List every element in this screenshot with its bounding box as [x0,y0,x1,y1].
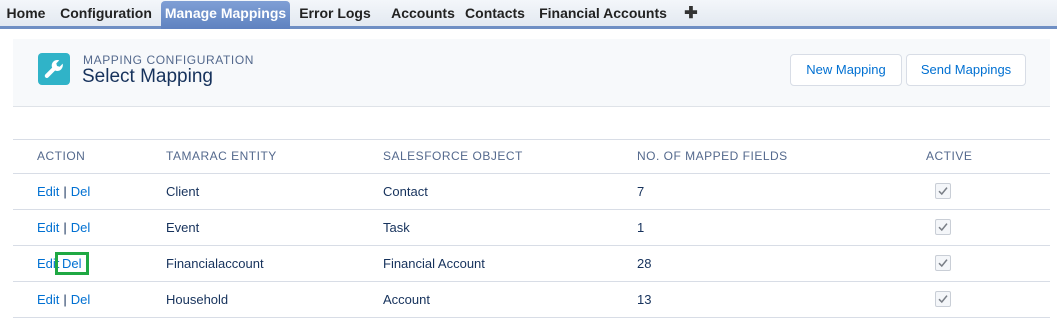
page-eyebrow: MAPPING CONFIGURATION [83,53,255,67]
tab-contacts[interactable]: Contacts [458,0,532,27]
action-separator: | [63,183,67,199]
active-cell [902,209,1050,246]
add-tab-icon[interactable]: ✚ [674,0,708,27]
mapping-table: ACTION TAMARAC ENTITY SALESFORCE OBJECT … [13,140,1050,318]
checkmark-icon [938,259,948,268]
checkmark-icon [938,187,948,196]
tab-manage-mappings[interactable]: Manage Mappings [161,1,290,29]
active-checkbox[interactable] [935,183,951,200]
table-row: Edit Del Financialaccount Financial Acco… [13,245,1050,282]
tab-configuration[interactable]: Configuration [52,0,160,27]
send-mappings-button[interactable]: Send Mappings [906,54,1026,86]
column-header-salesforce-object: SALESFORCE OBJECT [359,140,613,174]
active-checkbox[interactable] [935,255,951,272]
table-header-row: ACTION TAMARAC ENTITY SALESFORCE OBJECT … [13,140,1050,174]
delete-link-highlight: Del [55,251,89,275]
active-checkbox[interactable] [935,291,951,308]
tab-bar: Home Configuration Manage Mappings Error… [0,0,1057,29]
salesforce-object-cell: Financial Account [359,245,613,282]
tamarac-entity-cell: Financialaccount [143,245,359,282]
tamarac-entity-cell: Client [143,173,359,210]
salesforce-object-cell: Account [359,281,613,318]
column-header-tamarac-entity: TAMARAC ENTITY [143,140,359,174]
action-cell: Edit Del [13,245,143,282]
mapped-fields-cell: 28 [613,245,902,282]
edit-link[interactable]: Edit [37,292,59,307]
active-cell [902,245,1050,282]
tamarac-entity-cell: Event [143,209,359,246]
delete-link[interactable]: Del [62,256,82,271]
mapping-table-container: ACTION TAMARAC ENTITY SALESFORCE OBJECT … [13,139,1050,318]
tab-error-logs[interactable]: Error Logs [292,0,378,27]
delete-link[interactable]: Del [71,220,91,235]
action-cell: Edit | Del [13,209,143,246]
table-row: Edit | Del Household Account 13 [13,281,1050,318]
edit-link[interactable]: Edit [37,220,59,235]
mapped-fields-cell: 13 [613,281,902,318]
tab-home[interactable]: Home [0,0,52,27]
tamarac-entity-cell: Household [143,281,359,318]
mapped-fields-cell: 7 [613,173,902,210]
active-cell [902,281,1050,318]
table-row: Edit | Del Client Contact 7 [13,173,1050,210]
salesforce-object-cell: Contact [359,173,613,210]
active-checkbox[interactable] [935,219,951,236]
wrench-icon [38,53,70,85]
edit-link[interactable]: Edit [37,184,59,199]
page-header: MAPPING CONFIGURATION Select Mapping New… [13,39,1050,107]
delete-link[interactable]: Del [71,292,91,307]
table-row: Edit | Del Event Task 1 [13,209,1050,246]
tab-financial-accounts[interactable]: Financial Accounts [532,0,674,27]
column-header-active: ACTIVE [902,140,1050,174]
active-cell [902,173,1050,210]
column-header-mapped-fields: NO. OF MAPPED FIELDS [613,140,902,174]
column-header-action: ACTION [13,140,143,174]
checkmark-icon [938,295,948,304]
action-cell: Edit | Del [13,173,143,210]
action-separator: | [63,219,67,235]
action-separator: | [63,291,67,307]
action-cell: Edit | Del [13,281,143,318]
new-mapping-button[interactable]: New Mapping [790,54,902,86]
mapped-fields-cell: 1 [613,209,902,246]
page-title: Select Mapping [82,66,213,87]
tab-accounts[interactable]: Accounts [378,0,468,27]
delete-link[interactable]: Del [71,184,91,199]
checkmark-icon [938,223,948,232]
salesforce-object-cell: Task [359,209,613,246]
